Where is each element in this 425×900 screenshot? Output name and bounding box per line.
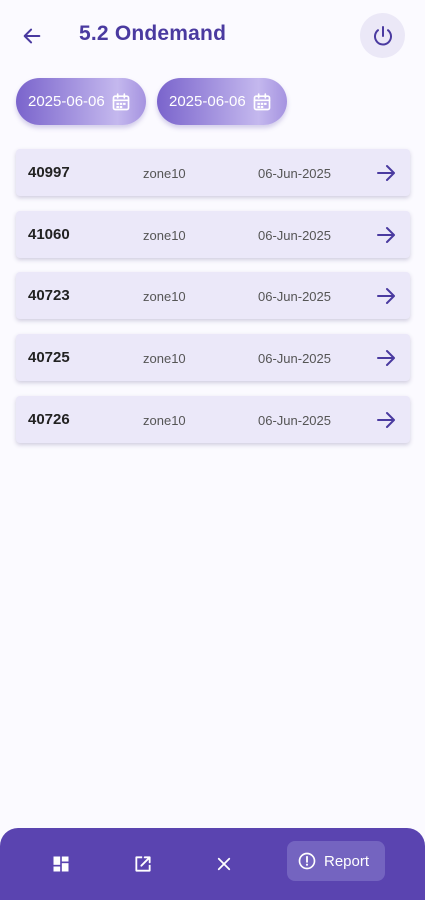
from-date-picker[interactable]: 2025-06-06 <box>16 78 146 125</box>
close-icon <box>217 857 231 871</box>
open-external-button[interactable] <box>129 850 157 878</box>
item-date: 06-Jun-2025 <box>258 228 331 243</box>
item-zone: zone10 <box>143 228 186 243</box>
to-date-picker[interactable]: 2025-06-06 <box>157 78 287 125</box>
app-header: 5.2 Ondemand <box>0 0 425 72</box>
dashboard-button[interactable] <box>47 850 75 878</box>
dashboard-icon <box>53 856 69 872</box>
arrow-right-icon[interactable] <box>374 223 398 247</box>
item-id: 40726 <box>28 411 70 428</box>
report-label: Report <box>324 852 370 870</box>
arrow-right-icon[interactable] <box>374 161 398 185</box>
item-id: 40725 <box>28 349 70 366</box>
item-id: 40997 <box>28 164 70 181</box>
calendar-icon <box>111 92 131 112</box>
item-zone: zone10 <box>143 289 186 304</box>
arrow-left-icon <box>23 28 41 44</box>
report-button[interactable]: Report <box>287 841 385 881</box>
power-button[interactable] <box>360 13 405 58</box>
open-external-icon <box>135 856 151 872</box>
item-zone: zone10 <box>143 351 186 366</box>
item-id: 40723 <box>28 287 70 304</box>
list-item[interactable]: 41060 zone10 06-Jun-2025 <box>16 211 410 258</box>
to-date-value: 2025-06-06 <box>169 93 246 110</box>
list-item[interactable]: 40726 zone10 06-Jun-2025 <box>16 396 410 443</box>
arrow-right-icon[interactable] <box>374 346 398 370</box>
from-date-value: 2025-06-06 <box>28 93 105 110</box>
list-item[interactable]: 40723 zone10 06-Jun-2025 <box>16 272 410 319</box>
list-item[interactable]: 40725 zone10 06-Jun-2025 <box>16 334 410 381</box>
back-button[interactable] <box>14 18 50 54</box>
item-zone: zone10 <box>143 413 186 428</box>
item-date: 06-Jun-2025 <box>258 351 331 366</box>
page-title: 5.2 Ondemand <box>79 22 227 45</box>
calendar-icon <box>252 92 272 112</box>
list-item[interactable]: 40997 zone10 06-Jun-2025 <box>16 149 410 196</box>
item-date: 06-Jun-2025 <box>258 289 331 304</box>
alert-circle-icon <box>298 852 316 870</box>
item-date: 06-Jun-2025 <box>258 166 331 181</box>
arrow-right-icon[interactable] <box>374 408 398 432</box>
bottom-action-bar: Report <box>0 828 425 900</box>
close-button[interactable] <box>210 850 238 878</box>
arrow-right-icon[interactable] <box>374 284 398 308</box>
item-date: 06-Jun-2025 <box>258 413 331 428</box>
date-filter-row: 2025-06-06 2025-06-06 <box>16 78 416 126</box>
item-id: 41060 <box>28 226 70 243</box>
item-zone: zone10 <box>143 166 186 181</box>
power-icon <box>373 25 392 45</box>
